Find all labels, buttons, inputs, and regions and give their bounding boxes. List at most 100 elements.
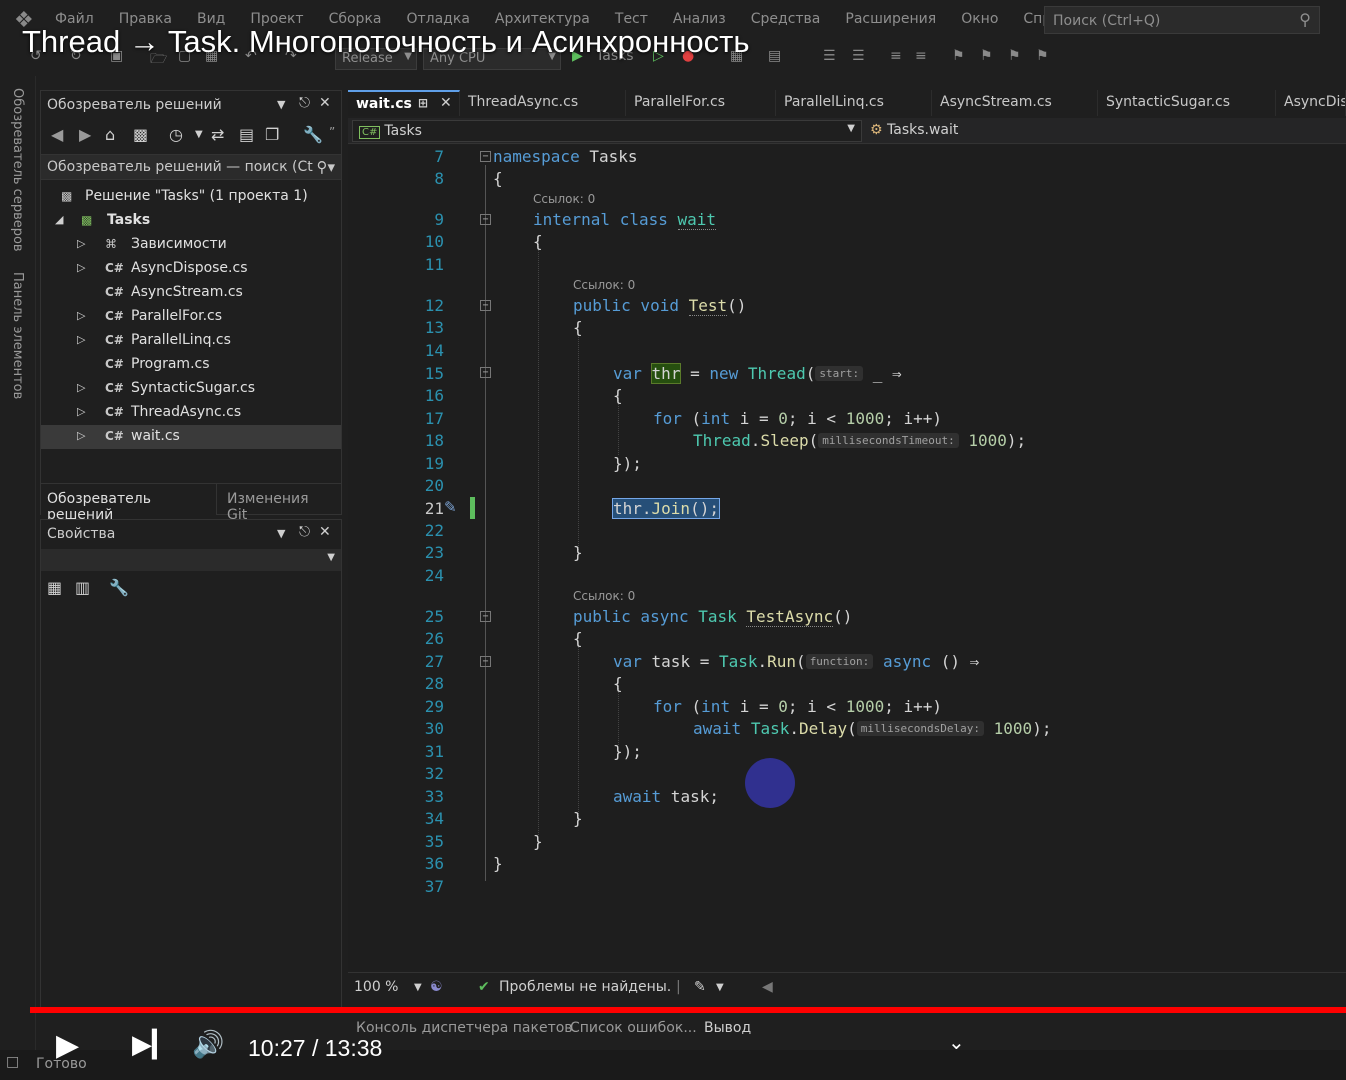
tab-syntacticsugar-cs[interactable]: SyntacticSugar.cs [1098, 90, 1276, 116]
categorized-icon[interactable]: ▦ [47, 578, 62, 597]
play-icon[interactable]: ▶ [56, 1028, 79, 1063]
chevron-down-icon: ▼ [327, 552, 335, 563]
next-bookmark-icon[interactable]: ⚑ [1008, 48, 1021, 64]
next-video-icon[interactable]: ▶▎ [132, 1030, 172, 1060]
project-node[interactable]: ◢ ▩ Tasks [41, 209, 341, 233]
pin-icon[interactable]: ⊞ [418, 96, 428, 110]
volume-icon[interactable]: 🔊 [192, 1030, 224, 1060]
tree-item[interactable]: ▷ C# ThreadAsync.cs [41, 401, 341, 425]
scroll-left-icon[interactable]: ◀ [762, 979, 773, 995]
fold-toggle[interactable]: − [480, 656, 491, 667]
tree-item[interactable]: ▷ C# ParallelLinq.cs [41, 329, 341, 353]
menu-tools[interactable]: Средства [751, 11, 821, 27]
tab-parallelfor-cs[interactable]: ParallelFor.cs [626, 90, 776, 116]
show-all-files-icon[interactable]: ❐ [265, 125, 279, 144]
fold-toggle[interactable]: − [480, 151, 491, 162]
tree-item[interactable]: ▷ C# SyntacticSugar.cs [41, 377, 341, 401]
tab-solution-explorer[interactable]: Обозреватель решений [41, 484, 217, 523]
code-lens-references[interactable]: Ссылок: 0 [573, 589, 635, 603]
menu-window[interactable]: Окно [961, 11, 998, 27]
collapsed-arrow-icon[interactable]: ▷ [77, 237, 85, 250]
comment-icon[interactable]: ☰ [823, 48, 836, 64]
code-lens-references[interactable]: Ссылок: 0 [533, 192, 595, 206]
chevron-down-icon[interactable]: ▼ [195, 129, 203, 140]
tab-asyncstream-cs[interactable]: AsyncStream.cs [932, 90, 1098, 116]
chevron-down-icon[interactable]: ▼ [716, 982, 724, 993]
toolbox-tab[interactable]: Панель элементов [10, 272, 25, 399]
tab-package-manager-console[interactable]: Консоль диспетчера пакетов [356, 1020, 573, 1036]
back-icon[interactable]: ◀ [51, 125, 63, 144]
tree-item[interactable]: ▷ C# wait.cs [41, 425, 341, 449]
pin-icon[interactable]: ⎋ [299, 95, 310, 111]
collapsed-arrow-icon[interactable]: ▷ [77, 405, 85, 418]
bookmark-icon[interactable]: ⚑ [952, 48, 965, 64]
pin-icon[interactable]: ⎋ [299, 524, 310, 540]
indent-icon[interactable]: ≡ [890, 48, 902, 64]
collapse-all-icon[interactable]: ▤ [239, 125, 254, 144]
close-icon[interactable]: ✕ [319, 95, 331, 111]
tab-git-changes[interactable]: Изменения Git [219, 484, 341, 523]
history-icon[interactable]: ◷ [169, 125, 183, 144]
alphabetical-icon[interactable]: ▥ [75, 578, 90, 597]
notification-icon[interactable]: □ [6, 1054, 19, 1070]
uncomment-icon[interactable]: ☰ [852, 48, 865, 64]
sync-icon[interactable]: ⇄ [211, 125, 224, 144]
tab-output[interactable]: Вывод [704, 1020, 751, 1036]
tab-error-list[interactable]: Список ошибок... [570, 1020, 697, 1036]
tab-threadasync-cs[interactable]: ThreadAsync.cs [460, 90, 626, 116]
code-editor[interactable]: 7 8 9 10 11 12 13 14 15 16 17 18 19 20 21 22 23 24 25 26 27 2… [348, 145, 1346, 970]
collapsed-arrow-icon[interactable]: ▷ [77, 429, 85, 442]
object-select[interactable]: ▼ [41, 549, 341, 571]
step-icon[interactable]: ▤ [768, 48, 781, 64]
chevron-down-icon[interactable]: ▼ [414, 982, 422, 993]
quick-actions-screwdriver-icon[interactable]: ✎ [444, 498, 457, 516]
expanded-arrow-icon[interactable]: ◢ [55, 213, 63, 226]
code-cleanup-icon[interactable]: ✎ [694, 979, 706, 995]
code-line: } [533, 832, 543, 851]
video-progress-bar[interactable] [30, 1007, 1346, 1013]
home-icon[interactable]: ⌂ [105, 125, 115, 144]
outdent-icon[interactable]: ≡ [915, 48, 927, 64]
problems-status[interactable]: Проблемы не найдены. [499, 979, 671, 995]
line-number: 24 [424, 566, 444, 585]
solution-search-input[interactable]: Обозреватель решений — поиск (Ct ⚲▾ [41, 154, 341, 180]
collapsed-arrow-icon[interactable]: ▷ [77, 333, 85, 346]
tree-item[interactable]: ▷ C# AsyncDispose.cs [41, 257, 341, 281]
tree-item[interactable]: ▷ ⌘ Зависимости [41, 233, 341, 257]
intellicode-icon[interactable]: ☯ [430, 979, 443, 995]
zoom-level[interactable]: 100 % [354, 979, 398, 995]
forward-icon[interactable]: ▶ [79, 125, 91, 144]
server-explorer-tab[interactable]: Обозреватель серверов [10, 88, 25, 252]
fold-toggle[interactable]: − [480, 611, 491, 622]
global-search-input[interactable]: Поиск (Ctrl+Q) ⚲ [1044, 6, 1320, 34]
collapsed-arrow-icon[interactable]: ▷ [77, 381, 85, 394]
project-scope-select[interactable]: C# Tasks ▼ [352, 120, 862, 142]
menu-extensions[interactable]: Расширения [845, 11, 936, 27]
clear-bookmarks-icon[interactable]: ⚑ [1036, 48, 1049, 64]
tab-parallellinq-cs[interactable]: ParallelLinq.cs [776, 90, 932, 116]
property-pages-icon[interactable]: 🔧 [109, 578, 129, 597]
solution-node[interactable]: ▩ Решение "Tasks" (1 проекта 1) [41, 185, 341, 209]
tab-asyncdispose-cs[interactable]: AsyncDisp [1276, 90, 1346, 116]
close-icon[interactable]: ✕ [319, 524, 331, 540]
collapsed-arrow-icon[interactable]: ▷ [77, 309, 85, 322]
fold-toggle[interactable]: − [480, 367, 491, 378]
type-scope-select[interactable]: ⚙ Tasks.wait [866, 120, 1346, 142]
close-icon[interactable]: ✕ [440, 95, 452, 111]
collapsed-arrow-icon[interactable]: ▷ [77, 261, 85, 274]
chevron-down-icon[interactable]: ▼ [277, 527, 285, 540]
code-line: var task = Task.Run(function: async () ⇒ [613, 652, 980, 671]
overflow-icon[interactable]: ” [329, 125, 335, 139]
chevron-down-icon[interactable]: ▼ [277, 98, 285, 111]
fold-toggle[interactable]: − [480, 300, 491, 311]
switch-views-icon[interactable]: ▩ [133, 125, 148, 144]
code-lens-references[interactable]: Ссылок: 0 [573, 278, 635, 292]
tree-item[interactable]: C# AsyncStream.cs [41, 281, 341, 305]
fold-toggle[interactable]: − [480, 214, 491, 225]
properties-wrench-icon[interactable]: 🔧 [303, 125, 323, 144]
tree-item[interactable]: ▷ C# ParallelFor.cs [41, 305, 341, 329]
chevron-down-icon[interactable]: ⌄ [948, 1030, 965, 1054]
tree-item[interactable]: C# Program.cs [41, 353, 341, 377]
prev-bookmark-icon[interactable]: ⚑ [980, 48, 993, 64]
tab-wait-cs[interactable]: wait.cs ⊞ ✕ [348, 90, 460, 116]
